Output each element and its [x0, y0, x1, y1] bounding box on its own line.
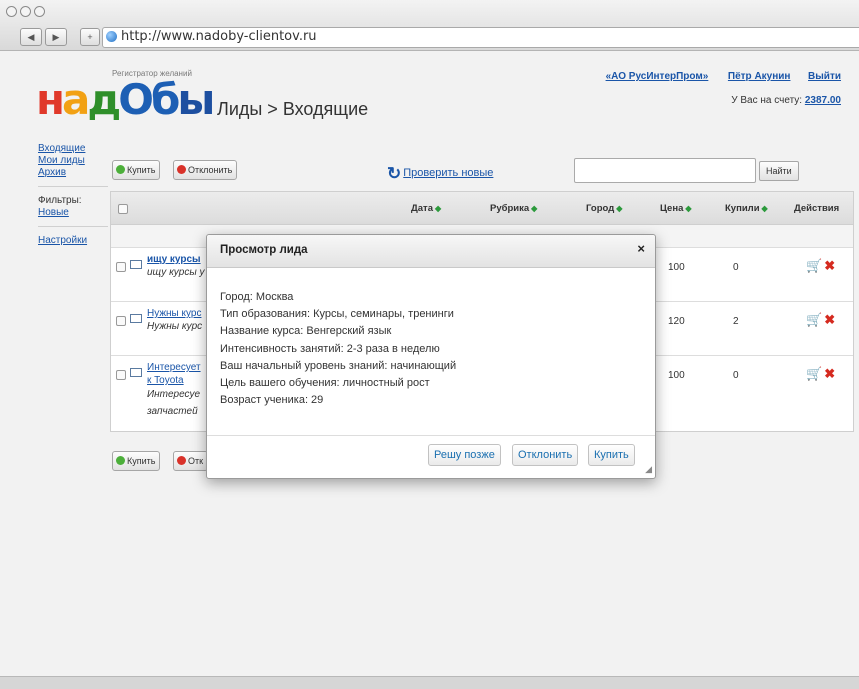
- lead-price: 100: [668, 262, 685, 273]
- buy-icon: [116, 456, 125, 465]
- address-url: http://www.nadoby-clientov.ru: [121, 29, 317, 44]
- reject-x-icon[interactable]: ✖: [824, 312, 835, 327]
- sidebar-item-archive[interactable]: Архив: [38, 167, 108, 178]
- refresh-icon: ↻: [387, 164, 402, 183]
- header-rubric[interactable]: Рубрика ◆: [490, 203, 537, 214]
- header-bought[interactable]: Купили ◆: [725, 203, 768, 214]
- sidebar-item-settings[interactable]: Настройки: [38, 235, 108, 246]
- check-new-link[interactable]: ↻ Проверить новые: [387, 164, 493, 184]
- user-link[interactable]: Пётр Акунин: [728, 71, 791, 82]
- header-date[interactable]: Дата ◆: [411, 203, 441, 214]
- buy-icon: [116, 165, 125, 174]
- forward-button[interactable]: ▶: [45, 28, 67, 46]
- buy-button[interactable]: Купить: [112, 160, 161, 180]
- modal-body: Город: Москва Тип образования: Курсы, се…: [220, 289, 456, 409]
- balance-value[interactable]: 2387.00: [805, 95, 841, 106]
- site-logo[interactable]: надОбы: [36, 79, 215, 121]
- lead-detail-line: Тип образования: Курсы, семинары, тренин…: [220, 308, 454, 321]
- lead-detail-line: Ваш начальный уровень знаний: начинающий: [220, 359, 457, 372]
- browser-window: ◀ ▶ + http://www.nadoby-clientov.ru надО…: [0, 0, 859, 689]
- site-tagline: Регистратор желаний: [112, 69, 192, 78]
- minimize-window-icon[interactable]: [20, 6, 31, 17]
- lead-bought: 0: [733, 262, 739, 273]
- lead-text: ищу курсы у: [147, 267, 205, 278]
- close-window-icon[interactable]: [6, 6, 17, 17]
- row-checkbox[interactable]: [116, 370, 126, 380]
- modal-header: Просмотр лида ×: [207, 235, 655, 268]
- modal-buy-button[interactable]: Купить: [588, 444, 635, 466]
- lead-title[interactable]: ищу курсы: [147, 254, 201, 265]
- lead-title[interactable]: Нужны курс: [147, 308, 201, 319]
- sidebar-divider: [38, 226, 108, 227]
- back-button[interactable]: ◀: [20, 28, 42, 46]
- sidebar-divider: [38, 186, 108, 187]
- envelope-icon: [130, 260, 142, 269]
- decide-later-button[interactable]: Решу позже: [428, 444, 501, 466]
- reject-x-icon[interactable]: ✖: [824, 366, 835, 381]
- lead-price: 100: [668, 370, 685, 381]
- row-actions: 🛒 ✖: [806, 258, 835, 274]
- reject-icon: [177, 456, 186, 465]
- buy-cart-icon[interactable]: 🛒: [806, 366, 822, 381]
- modal-footer: Решу позже Отклонить Купить ◢: [207, 435, 655, 478]
- lead-detail-line: Возраст ученика: 29: [220, 394, 324, 407]
- modal-title: Просмотр лида: [220, 244, 308, 256]
- envelope-icon: [130, 314, 142, 323]
- modal-reject-button[interactable]: Отклонить: [512, 444, 579, 466]
- lead-title-line2[interactable]: к Toyota: [147, 375, 184, 386]
- lead-detail-line: Город: Москва: [220, 291, 294, 303]
- reject-x-icon[interactable]: ✖: [824, 258, 835, 273]
- company-link[interactable]: «АО РусИнтерПром»: [606, 71, 709, 82]
- balance: У Вас на счету: 2387.00: [731, 95, 841, 106]
- lead-price: 120: [668, 316, 685, 327]
- sidebar-item-incoming[interactable]: Входящие: [38, 143, 108, 154]
- row-checkbox[interactable]: [116, 262, 126, 272]
- sidebar: Входящие Мои лиды Архив Фильтры: Новые Н…: [38, 143, 108, 247]
- lead-bought: 2: [733, 316, 739, 327]
- envelope-icon: [130, 368, 142, 377]
- balance-label: У Вас на счету:: [731, 95, 803, 106]
- table-header: Дата ◆ Рубрика ◆ Город ◆ Цена ◆ Купили ◆ Дейс…: [111, 192, 853, 225]
- bottom-buy-button[interactable]: Купить: [112, 451, 161, 471]
- header-price[interactable]: Цена ◆: [660, 203, 692, 214]
- search-input[interactable]: [574, 158, 756, 183]
- buy-cart-icon[interactable]: 🛒: [806, 312, 822, 327]
- lead-detail-line: Название курса: Венгерский язык: [220, 325, 392, 338]
- find-button[interactable]: Найти: [759, 161, 799, 181]
- zoom-window-icon[interactable]: [34, 6, 45, 17]
- lead-title[interactable]: Интересует: [147, 362, 201, 373]
- page-title: Лиды > Входящие: [217, 99, 369, 119]
- lead-text-line2: запчастей: [147, 406, 198, 417]
- lead-text: Нужны курс: [147, 321, 203, 332]
- row-actions: 🛒 ✖: [806, 366, 835, 382]
- lead-bought: 0: [733, 370, 739, 381]
- account-links: «АО РусИнтерПром» Пётр Акунин Выйти: [606, 71, 841, 82]
- add-bookmark-button[interactable]: +: [80, 28, 100, 46]
- header-city[interactable]: Город ◆: [586, 203, 622, 214]
- sidebar-item-my-leads[interactable]: Мои лиды: [38, 155, 108, 166]
- close-icon[interactable]: ×: [637, 241, 645, 256]
- lead-detail-line: Интенсивность занятий: 2-3 раза в неделю: [220, 342, 440, 355]
- buy-cart-icon[interactable]: 🛒: [806, 258, 822, 273]
- row-actions: 🛒 ✖: [806, 312, 835, 328]
- bottom-reject-button[interactable]: Отк: [173, 451, 209, 471]
- address-bar[interactable]: http://www.nadoby-clientov.ru: [102, 27, 859, 48]
- row-checkbox[interactable]: [116, 316, 126, 326]
- lead-detail-line: Цель вашего обучения: личностный рост: [220, 377, 430, 390]
- reject-button[interactable]: Отклонить: [173, 160, 238, 180]
- browser-statusbar: [0, 676, 859, 689]
- select-all-checkbox[interactable]: [118, 204, 128, 214]
- lead-view-modal: Просмотр лида × Город: Москва Тип образо…: [206, 234, 656, 479]
- header-actions: Действия: [794, 203, 840, 214]
- resize-grip-icon[interactable]: ◢: [645, 464, 652, 475]
- lead-text: Интересуе: [147, 389, 201, 400]
- filters-label: Фильтры:: [38, 195, 82, 206]
- logout-link[interactable]: Выйти: [808, 71, 841, 82]
- browser-titlebar: ◀ ▶ + http://www.nadoby-clientov.ru: [0, 0, 859, 51]
- filter-new-link[interactable]: Новые: [38, 207, 108, 218]
- globe-icon: [106, 31, 117, 42]
- reject-icon: [177, 165, 186, 174]
